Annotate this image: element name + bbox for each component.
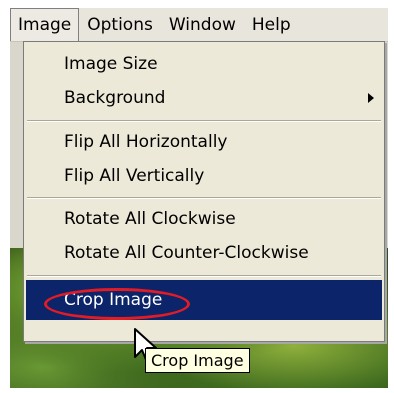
tooltip: Crop Image bbox=[145, 348, 250, 373]
menu-help[interactable]: Help bbox=[244, 8, 299, 41]
menu-image[interactable]: Image bbox=[10, 8, 80, 41]
menu-item-crop-image[interactable]: Crop Image bbox=[26, 280, 382, 320]
menu-item-rotate-counter-clockwise[interactable]: Rotate All Counter-Clockwise bbox=[26, 236, 382, 270]
menu-separator bbox=[27, 275, 381, 277]
menu-item-label: Flip All Vertically bbox=[64, 166, 205, 186]
menu-item-label: Rotate All Clockwise bbox=[64, 209, 236, 229]
menu-window[interactable]: Window bbox=[161, 8, 244, 41]
menu-item-background[interactable]: Background bbox=[26, 81, 382, 115]
menu-item-label: Rotate All Counter-Clockwise bbox=[64, 243, 309, 263]
menu-item-flip-vertically[interactable]: Flip All Vertically bbox=[26, 159, 382, 193]
menu-item-image-size[interactable]: Image Size bbox=[26, 47, 382, 81]
menu-separator bbox=[27, 120, 381, 122]
chevron-right-icon bbox=[368, 93, 374, 103]
menu-bar: Image Options Window Help bbox=[10, 8, 388, 42]
image-dropdown-menu: Image Size Background Flip All Horizonta… bbox=[23, 41, 385, 342]
annotation-circle bbox=[44, 288, 190, 320]
menu-options[interactable]: Options bbox=[79, 8, 161, 41]
menu-item-rotate-clockwise[interactable]: Rotate All Clockwise bbox=[26, 202, 382, 236]
menu-item-label: Background bbox=[64, 88, 166, 108]
menu-separator bbox=[27, 197, 381, 199]
menu-item-flip-horizontally[interactable]: Flip All Horizontally bbox=[26, 125, 382, 159]
app-window: Image Options Window Help Image Size Bac… bbox=[10, 8, 388, 388]
menu-item-label: Image Size bbox=[64, 54, 158, 74]
menu-item-label: Flip All Horizontally bbox=[64, 132, 228, 152]
